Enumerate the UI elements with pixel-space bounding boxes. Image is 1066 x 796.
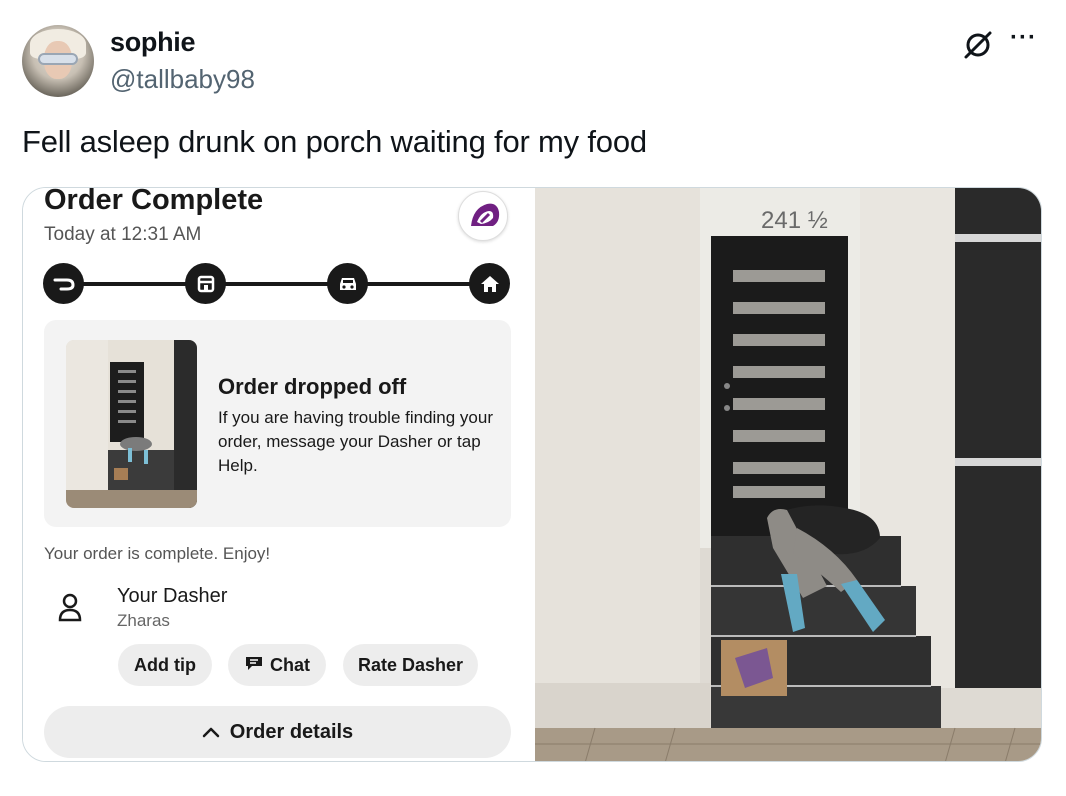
porch-photo[interactable]: 241 ½: [535, 188, 1041, 761]
order-complete-text: Your order is complete. Enjoy!: [44, 544, 271, 563]
chat-label: Chat: [270, 654, 310, 675]
display-name[interactable]: sophie: [110, 27, 196, 58]
drop-off-title: Order dropped off: [218, 374, 407, 399]
store-icon: [185, 263, 226, 304]
dasher-icon: [43, 263, 84, 304]
order-details-button[interactable]: Order details: [44, 706, 511, 758]
avatar-glasses: [38, 53, 78, 65]
rate-dasher-button[interactable]: Rate Dasher: [343, 644, 478, 686]
home-icon: [469, 263, 510, 304]
app-screenshot: Order Complete Today at 12:31 AM Order d…: [23, 188, 535, 761]
tweet-text: Fell asleep drunk on porch waiting for m…: [22, 124, 647, 159]
order-time: Today at 12:31 AM: [44, 224, 202, 245]
tweet-media[interactable]: Order Complete Today at 12:31 AM Order d…: [22, 187, 1042, 762]
car-icon: [327, 263, 368, 304]
chevron-up-icon: [202, 721, 220, 744]
chat-icon: [244, 655, 264, 676]
address-number: 241 ½: [761, 207, 828, 234]
brand-logo-icon: [458, 191, 508, 241]
order-details-label: Order details: [229, 720, 354, 743]
chat-button[interactable]: Chat: [228, 644, 326, 686]
more-icon[interactable]: ···: [1010, 26, 1042, 56]
drop-off-message: If you are having trouble finding your o…: [218, 408, 494, 475]
dasher-name: Zharas: [117, 611, 170, 630]
grok-icon[interactable]: [962, 28, 994, 60]
person-icon: [57, 592, 83, 622]
add-tip-label: Add tip: [134, 654, 196, 675]
dasher-label: Your Dasher: [117, 585, 228, 607]
user-handle[interactable]: @tallbaby98: [110, 64, 255, 95]
add-tip-button[interactable]: Add tip: [118, 644, 212, 686]
drop-off-card[interactable]: Order dropped off If you are having trou…: [44, 320, 511, 527]
rate-dasher-label: Rate Dasher: [357, 654, 464, 675]
progress-track: [63, 282, 483, 286]
order-title: Order Complete: [44, 188, 264, 216]
drop-off-photo-thumbnail[interactable]: [66, 340, 197, 508]
avatar[interactable]: [22, 25, 94, 97]
